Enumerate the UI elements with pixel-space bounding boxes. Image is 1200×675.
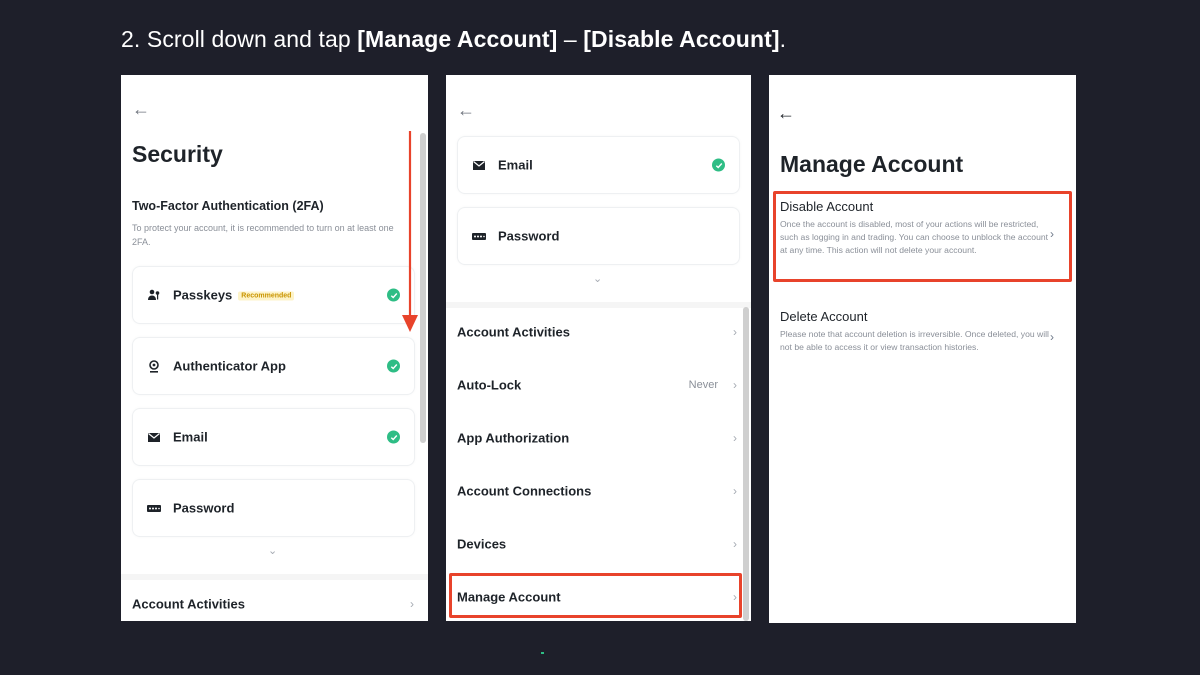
email-icon	[472, 158, 486, 172]
row-auto-lock[interactable]: Auto-Lock Never ›	[446, 370, 751, 400]
chevron-right-icon: ›	[733, 325, 737, 339]
chevron-right-icon: ›	[733, 431, 737, 445]
back-arrow-icon[interactable]: ←	[132, 100, 150, 118]
card-password[interactable]: Password	[457, 207, 740, 265]
expand-chevron-icon[interactable]: ⌄	[268, 544, 277, 557]
row-devices[interactable]: Devices ›	[446, 529, 751, 559]
page-title: Manage Account	[780, 151, 964, 177]
scroll-down-arrow-icon	[402, 131, 418, 332]
scrollbar-thumb[interactable]	[420, 133, 426, 443]
row-account-activities[interactable]: Account Activities ›	[446, 317, 751, 347]
page-title: Security	[132, 141, 223, 167]
chevron-right-icon: ›	[733, 537, 737, 551]
card-label: Password	[498, 228, 560, 244]
chevron-right-icon[interactable]: ›	[1050, 330, 1054, 344]
back-arrow-icon[interactable]: ←	[777, 104, 795, 122]
decorative-dot	[541, 652, 544, 654]
card-email[interactable]: Email	[457, 136, 740, 194]
check-circle-icon	[712, 158, 725, 172]
delete-account-item[interactable]: Delete Account Please note that account …	[780, 309, 1050, 354]
section-title-2fa: Two-Factor Authentication (2FA)	[132, 199, 324, 213]
check-circle-icon	[387, 359, 400, 373]
password-icon	[147, 501, 161, 515]
recommended-badge: Recommended	[238, 291, 295, 301]
card-password[interactable]: Password	[132, 479, 415, 537]
security-screen: ← Security Two-Factor Authentication (2F…	[121, 75, 428, 621]
email-icon	[147, 430, 161, 444]
expand-chevron-icon[interactable]: ⌄	[593, 272, 602, 285]
card-label: Password	[173, 500, 235, 516]
chevron-right-icon: ›	[733, 378, 737, 392]
highlight-disable-account	[773, 191, 1072, 282]
row-account-activities[interactable]: Account Activities ›	[121, 589, 428, 619]
authenticator-icon	[147, 359, 161, 373]
row-account-connections[interactable]: Account Connections ›	[446, 476, 751, 506]
highlight-manage-account	[449, 573, 742, 618]
scrollbar-thumb[interactable]	[743, 307, 749, 621]
card-email[interactable]: Email	[132, 408, 415, 466]
card-label: Email	[498, 157, 533, 173]
divider	[121, 574, 428, 580]
section-hint: To protect your account, it is recommend…	[132, 223, 394, 247]
check-circle-icon	[387, 288, 400, 302]
delete-account-title: Delete Account	[780, 309, 868, 324]
chevron-right-icon: ›	[733, 484, 737, 498]
check-circle-icon	[387, 430, 400, 444]
instruction-heading: 2. Scroll down and tap [Manage Account] …	[121, 26, 787, 52]
back-arrow-icon[interactable]: ←	[457, 101, 475, 119]
delete-account-desc: Please note that account deletion is irr…	[780, 329, 1049, 352]
manage-account-screen: ← Manage Account Disable Account Once th…	[769, 75, 1076, 623]
security-screen-scrolled: ← Email Password ⌄ Account Activities › …	[446, 75, 751, 621]
card-authenticator-app[interactable]: Authenticator App	[132, 337, 415, 395]
auto-lock-value: Never	[688, 379, 718, 391]
card-label: Passkeys	[173, 287, 233, 303]
chevron-right-icon: ›	[410, 597, 414, 611]
password-icon	[472, 229, 486, 243]
divider	[446, 302, 751, 308]
row-app-authorization[interactable]: App Authorization ›	[446, 423, 751, 453]
passkeys-icon	[147, 288, 161, 302]
card-label: Authenticator App	[173, 358, 286, 374]
card-label: Email	[173, 429, 208, 445]
card-passkeys[interactable]: Passkeys Recommended	[132, 266, 415, 324]
